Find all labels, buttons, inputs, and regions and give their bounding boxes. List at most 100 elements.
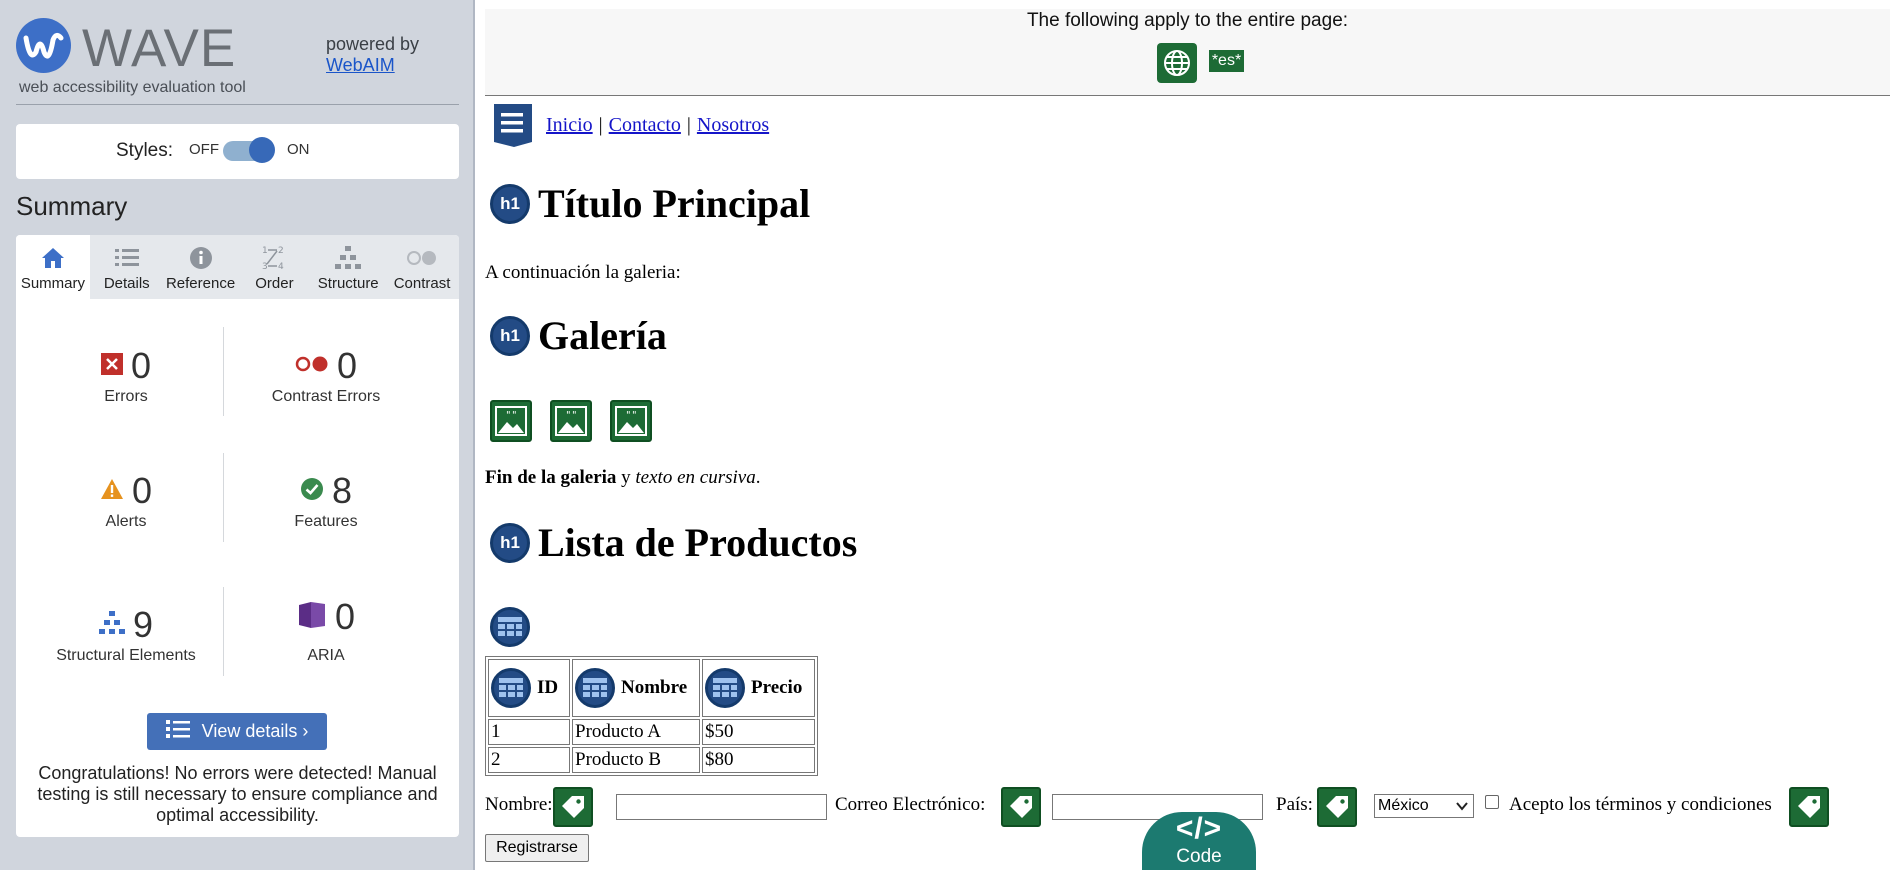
info-icon: [164, 244, 238, 272]
list-icon: [165, 719, 190, 744]
stat-aria[interactable]: 0 ARIA: [226, 596, 426, 665]
table-cell: 1: [488, 719, 570, 745]
tab-reference[interactable]: Reference: [164, 235, 238, 299]
label-tag-icon[interactable]: [553, 787, 593, 827]
nav-link-contacto[interactable]: Contacto: [609, 114, 681, 137]
features-label: Features: [294, 513, 358, 530]
table-header-cell: Precio: [702, 659, 815, 717]
products-table: ID Nombre Precio 1 Producto A $50 2 Prod…: [485, 656, 818, 776]
tab-contrast[interactable]: Contrast: [385, 235, 459, 299]
webaim-link[interactable]: WebAIM: [326, 55, 395, 75]
nav-link-inicio[interactable]: Inicio: [546, 114, 593, 137]
stat-structural[interactable]: 9 Structural Elements: [26, 604, 226, 665]
alert-icon: [100, 478, 124, 505]
view-details-label: View details ›: [201, 721, 309, 741]
panel-tabs: Summary Details Reference 1234 Order Str…: [16, 235, 459, 299]
language-badge[interactable]: *es*: [1209, 50, 1244, 72]
image-alt-icon[interactable]: " ": [610, 400, 652, 442]
image-alt-icon[interactable]: " ": [550, 400, 592, 442]
table-cell: $50: [702, 719, 815, 745]
code-panel-toggle[interactable]: </> Code: [1142, 812, 1256, 870]
gallery-end-italic: texto en cursiva: [635, 467, 756, 488]
table-header-cell: Nombre: [572, 659, 700, 717]
header-id: ID: [537, 677, 559, 698]
h1-icon[interactable]: h1: [490, 522, 530, 563]
stat-alerts[interactable]: 0 Alerts: [26, 470, 226, 531]
nav-link-nosotros[interactable]: Nosotros: [697, 114, 769, 137]
chevron-down-icon: [1455, 799, 1469, 818]
order-icon: 1234: [237, 244, 311, 272]
h1-icon[interactable]: h1: [490, 183, 530, 224]
table-header-icon[interactable]: [491, 668, 531, 708]
label-tag-icon[interactable]: [1789, 787, 1829, 827]
styles-on-label: ON: [287, 141, 310, 158]
navigation-icon[interactable]: [490, 102, 536, 148]
h1-icon[interactable]: h1: [490, 315, 530, 356]
wave-logo-icon[interactable]: [16, 18, 71, 73]
stat-contrast-errors[interactable]: 0 Contrast Errors: [226, 345, 426, 406]
pais-selected-value: México: [1378, 797, 1429, 814]
table-header-icon[interactable]: [575, 668, 615, 708]
image-alt-icon[interactable]: " ": [490, 400, 532, 442]
stat-errors[interactable]: 0 Errors: [26, 345, 226, 406]
contrast-errors-count: 0: [336, 345, 358, 386]
stat-features[interactable]: 8 Features: [226, 470, 426, 531]
nav-separator: |: [598, 113, 603, 136]
svg-text:": ": [626, 410, 631, 421]
svg-text:": ": [566, 410, 571, 421]
styles-off-label: OFF: [189, 141, 219, 158]
congrats-message: Congratulations! No errors were detected…: [37, 763, 438, 825]
gallery-end-paragraph: Fin de la galeria y texto en cursiva.: [485, 467, 760, 489]
errors-label: Errors: [104, 388, 148, 405]
terms-checkbox[interactable]: [1485, 795, 1499, 809]
tab-details[interactable]: Details: [90, 235, 164, 299]
alerts-label: Alerts: [105, 513, 147, 530]
toggle-knob[interactable]: [249, 137, 275, 163]
structure-icon: [98, 610, 125, 641]
svg-text:2: 2: [278, 246, 284, 256]
label-tag-icon[interactable]: [1001, 787, 1041, 827]
aria-count: 0: [334, 596, 356, 637]
features-count: 8: [331, 470, 353, 511]
summary-panel: Summary Details Reference 1234 Order Str…: [16, 235, 459, 837]
pais-select[interactable]: México: [1374, 794, 1474, 818]
alerts-count: 0: [131, 470, 153, 511]
gallery-end-tail: .: [755, 467, 761, 488]
page-content: The following apply to the entire page: …: [477, 0, 1892, 870]
aria-label: ARIA: [307, 647, 345, 664]
svg-text:": ": [572, 410, 577, 421]
globe-icon[interactable]: [1157, 43, 1197, 83]
register-button[interactable]: Registrarse: [485, 834, 589, 862]
svg-text:": ": [632, 410, 637, 421]
contrast-error-icon: [295, 355, 329, 378]
table-cell: Producto A: [572, 719, 700, 745]
structure-icon: [311, 244, 385, 272]
powered-by: powered by WebAIM: [326, 34, 419, 76]
heading-main-text: Título Principal: [538, 181, 811, 226]
heading-products: h1 Lista de Productos: [490, 519, 857, 566]
page-level-banner: The following apply to the entire page: …: [485, 9, 1890, 96]
structural-count: 9: [132, 604, 154, 645]
heading-products-text: Lista de Productos: [538, 520, 858, 565]
label-tag-icon[interactable]: [1317, 787, 1357, 827]
heading-gallery: h1 Galería: [490, 312, 667, 359]
error-icon: [100, 352, 123, 380]
table-header-icon[interactable]: [705, 668, 745, 708]
aria-icon: [297, 601, 327, 634]
view-details-button[interactable]: View details ›: [147, 713, 327, 750]
table-icon[interactable]: [490, 607, 530, 647]
styles-toggle-switch[interactable]: [223, 137, 275, 163]
svg-text:1: 1: [262, 246, 268, 256]
tab-order[interactable]: 1234 Order: [237, 235, 311, 299]
tab-structure[interactable]: Structure: [311, 235, 385, 299]
structural-label: Structural Elements: [56, 647, 196, 664]
powered-by-label: powered by: [326, 34, 420, 54]
nombre-label: Nombre:: [485, 794, 553, 815]
svg-text:4: 4: [278, 262, 284, 272]
heading-gallery-text: Galería: [538, 313, 667, 358]
intro-paragraph: A continuación la galeria:: [485, 262, 681, 283]
nombre-input[interactable]: [616, 794, 827, 820]
tab-summary[interactable]: Summary: [16, 235, 90, 299]
gallery-end-bold: Fin de la galeria: [485, 467, 617, 488]
table-header-cell: ID: [488, 659, 570, 717]
